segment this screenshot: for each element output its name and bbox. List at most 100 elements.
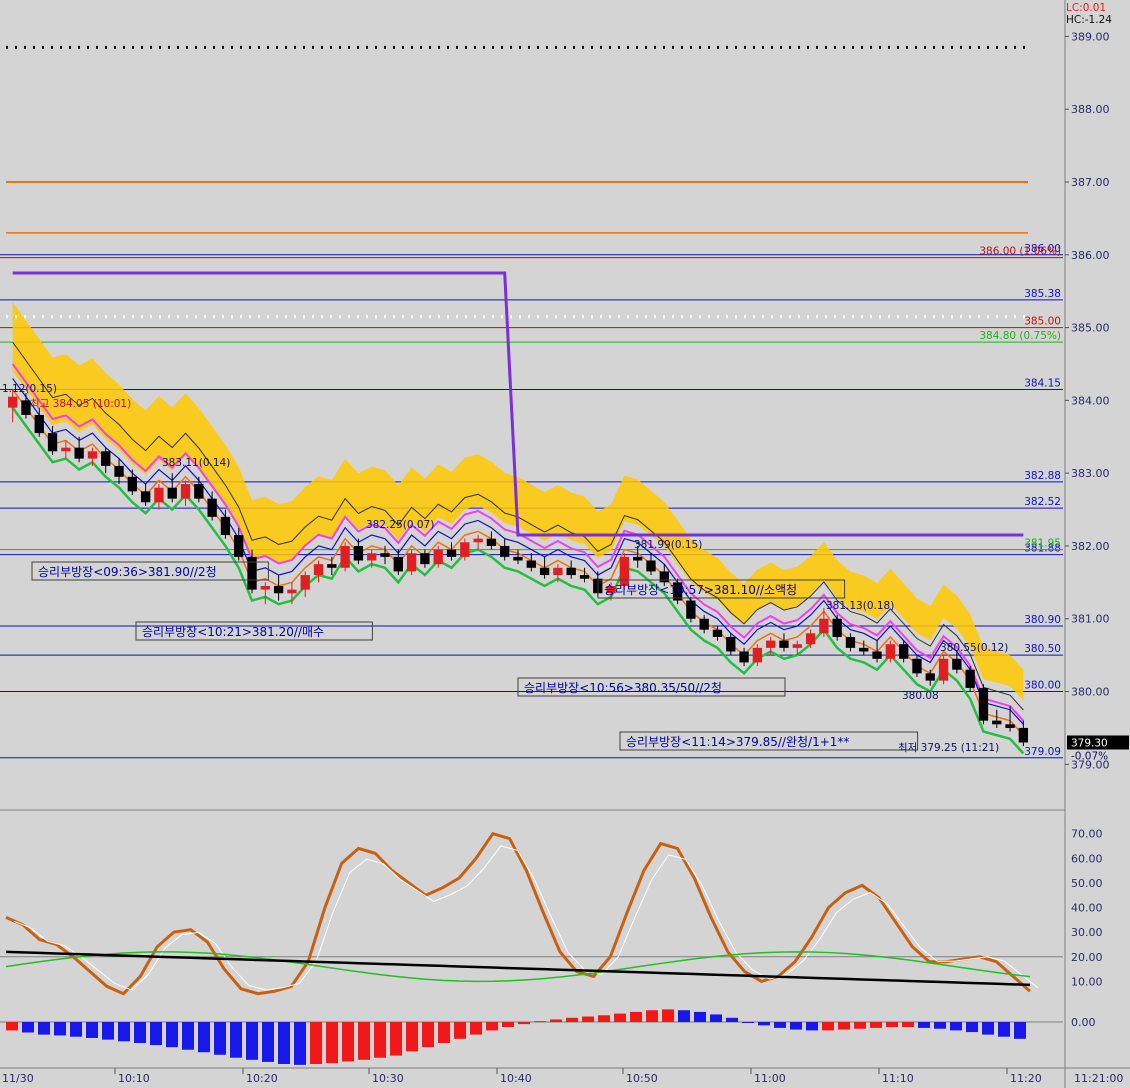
candle-body[interactable]	[500, 545, 510, 557]
histogram-bar	[550, 1019, 562, 1022]
histogram-bar	[902, 1022, 914, 1028]
candle-body[interactable]	[845, 636, 856, 648]
candle-body[interactable]	[752, 647, 763, 663]
price-note: 1.12(0.15)	[2, 383, 57, 395]
candle-body[interactable]	[433, 549, 443, 565]
histogram-bar	[774, 1022, 786, 1028]
candle-body[interactable]	[712, 629, 723, 637]
candle-body[interactable]	[566, 567, 576, 576]
candle-body[interactable]	[300, 575, 310, 590]
candle-body[interactable]	[234, 535, 244, 557]
histogram-bar	[182, 1022, 194, 1050]
candle-body[interactable]	[872, 651, 882, 659]
candle-body[interactable]	[952, 658, 962, 670]
histogram-bar	[326, 1022, 338, 1064]
annotation-label: 승리부방장<10:56>380.35/50//2청	[524, 681, 722, 695]
candle-body[interactable]	[899, 644, 909, 659]
candle-body[interactable]	[180, 484, 191, 499]
candle-body[interactable]	[739, 651, 749, 663]
candle-body[interactable]	[34, 414, 44, 434]
histogram-bar	[582, 1016, 594, 1022]
candle-body[interactable]	[127, 476, 137, 492]
histogram-bar	[342, 1022, 354, 1062]
candle-body[interactable]	[938, 658, 949, 681]
candle-body[interactable]	[978, 687, 989, 721]
candle-body[interactable]	[646, 560, 656, 572]
candle-body[interactable]	[473, 538, 483, 543]
histogram-bar	[662, 1009, 674, 1022]
oscillator-tick-label: 10.00	[1071, 975, 1103, 988]
candle-body[interactable]	[313, 564, 324, 576]
candle-body[interactable]	[114, 465, 124, 477]
candle-body[interactable]	[925, 673, 935, 681]
candle-body[interactable]	[220, 516, 231, 536]
candle-body[interactable]	[1005, 724, 1015, 728]
candle-body[interactable]	[805, 633, 816, 645]
candle-body[interactable]	[885, 644, 896, 659]
histogram-bar	[678, 1010, 690, 1022]
candle-body[interactable]	[819, 618, 829, 634]
histogram-bar	[230, 1022, 242, 1058]
candle-body[interactable]	[526, 560, 536, 568]
histogram-bar	[214, 1022, 226, 1055]
candle-body[interactable]	[912, 658, 922, 674]
candle-body[interactable]	[619, 556, 630, 586]
candle-body[interactable]	[340, 545, 350, 568]
candle-body[interactable]	[393, 556, 403, 572]
candle-body[interactable]	[327, 564, 337, 568]
histogram-bar	[982, 1022, 994, 1035]
candle-body[interactable]	[101, 451, 111, 466]
candle-body[interactable]	[965, 669, 975, 688]
candle-body[interactable]	[792, 644, 802, 648]
candle-body[interactable]	[167, 487, 177, 499]
histogram-bar	[246, 1022, 258, 1060]
candle-body[interactable]	[539, 567, 550, 576]
candle-body[interactable]	[287, 589, 297, 594]
candle-body[interactable]	[766, 640, 776, 648]
candle-body[interactable]	[61, 447, 71, 452]
candle-body[interactable]	[446, 549, 457, 557]
candle-body[interactable]	[194, 484, 204, 499]
candle-body[interactable]	[353, 545, 364, 561]
candle-body[interactable]	[486, 538, 497, 546]
candle-body[interactable]	[87, 451, 98, 459]
candle-body[interactable]	[699, 618, 709, 630]
candle-body[interactable]	[154, 487, 164, 503]
candle-body[interactable]	[513, 556, 523, 561]
candle-body[interactable]	[859, 647, 869, 652]
candle-body[interactable]	[460, 542, 470, 557]
candle-body[interactable]	[659, 571, 669, 583]
candle-body[interactable]	[553, 567, 563, 576]
candle-body[interactable]	[633, 556, 643, 561]
candle-body[interactable]	[273, 585, 284, 594]
candle-body[interactable]	[367, 553, 377, 561]
histogram-bar	[262, 1022, 274, 1062]
level-label: 379.09	[1024, 746, 1061, 758]
histogram-bar	[22, 1022, 34, 1033]
candle-body[interactable]	[207, 498, 217, 517]
candle-body[interactable]	[47, 433, 58, 452]
candle-body[interactable]	[1018, 727, 1029, 743]
histogram-bar	[790, 1022, 802, 1030]
candle-body[interactable]	[74, 447, 84, 459]
trading-chart[interactable]: 389.00 388.00 387.00 386.00 385.00 384.00 383.…	[0, 0, 1130, 1088]
candle-body[interactable]	[420, 553, 430, 565]
candle-body[interactable]	[992, 720, 1002, 725]
candle-body[interactable]	[7, 396, 18, 408]
candle-body[interactable]	[260, 585, 270, 590]
candle-body[interactable]	[140, 491, 151, 503]
candle-body[interactable]	[832, 618, 842, 637]
candle-body[interactable]	[686, 600, 696, 619]
candle-body[interactable]	[380, 553, 390, 557]
time-axis-label: 11/30	[2, 1072, 34, 1085]
price-note: 383.11(0.14)	[162, 457, 230, 469]
candle-body[interactable]	[579, 575, 590, 579]
price-tick-label: 381.00	[1071, 613, 1110, 626]
histogram-bar	[566, 1017, 578, 1022]
candle-body[interactable]	[779, 640, 789, 648]
candle-body[interactable]	[726, 636, 736, 652]
annotation-label: 승리부방장<09:36>381.90//2청	[38, 565, 217, 579]
histogram-bar	[390, 1022, 402, 1056]
price-tick-label: 382.00	[1071, 540, 1110, 553]
candle-body[interactable]	[406, 553, 417, 572]
